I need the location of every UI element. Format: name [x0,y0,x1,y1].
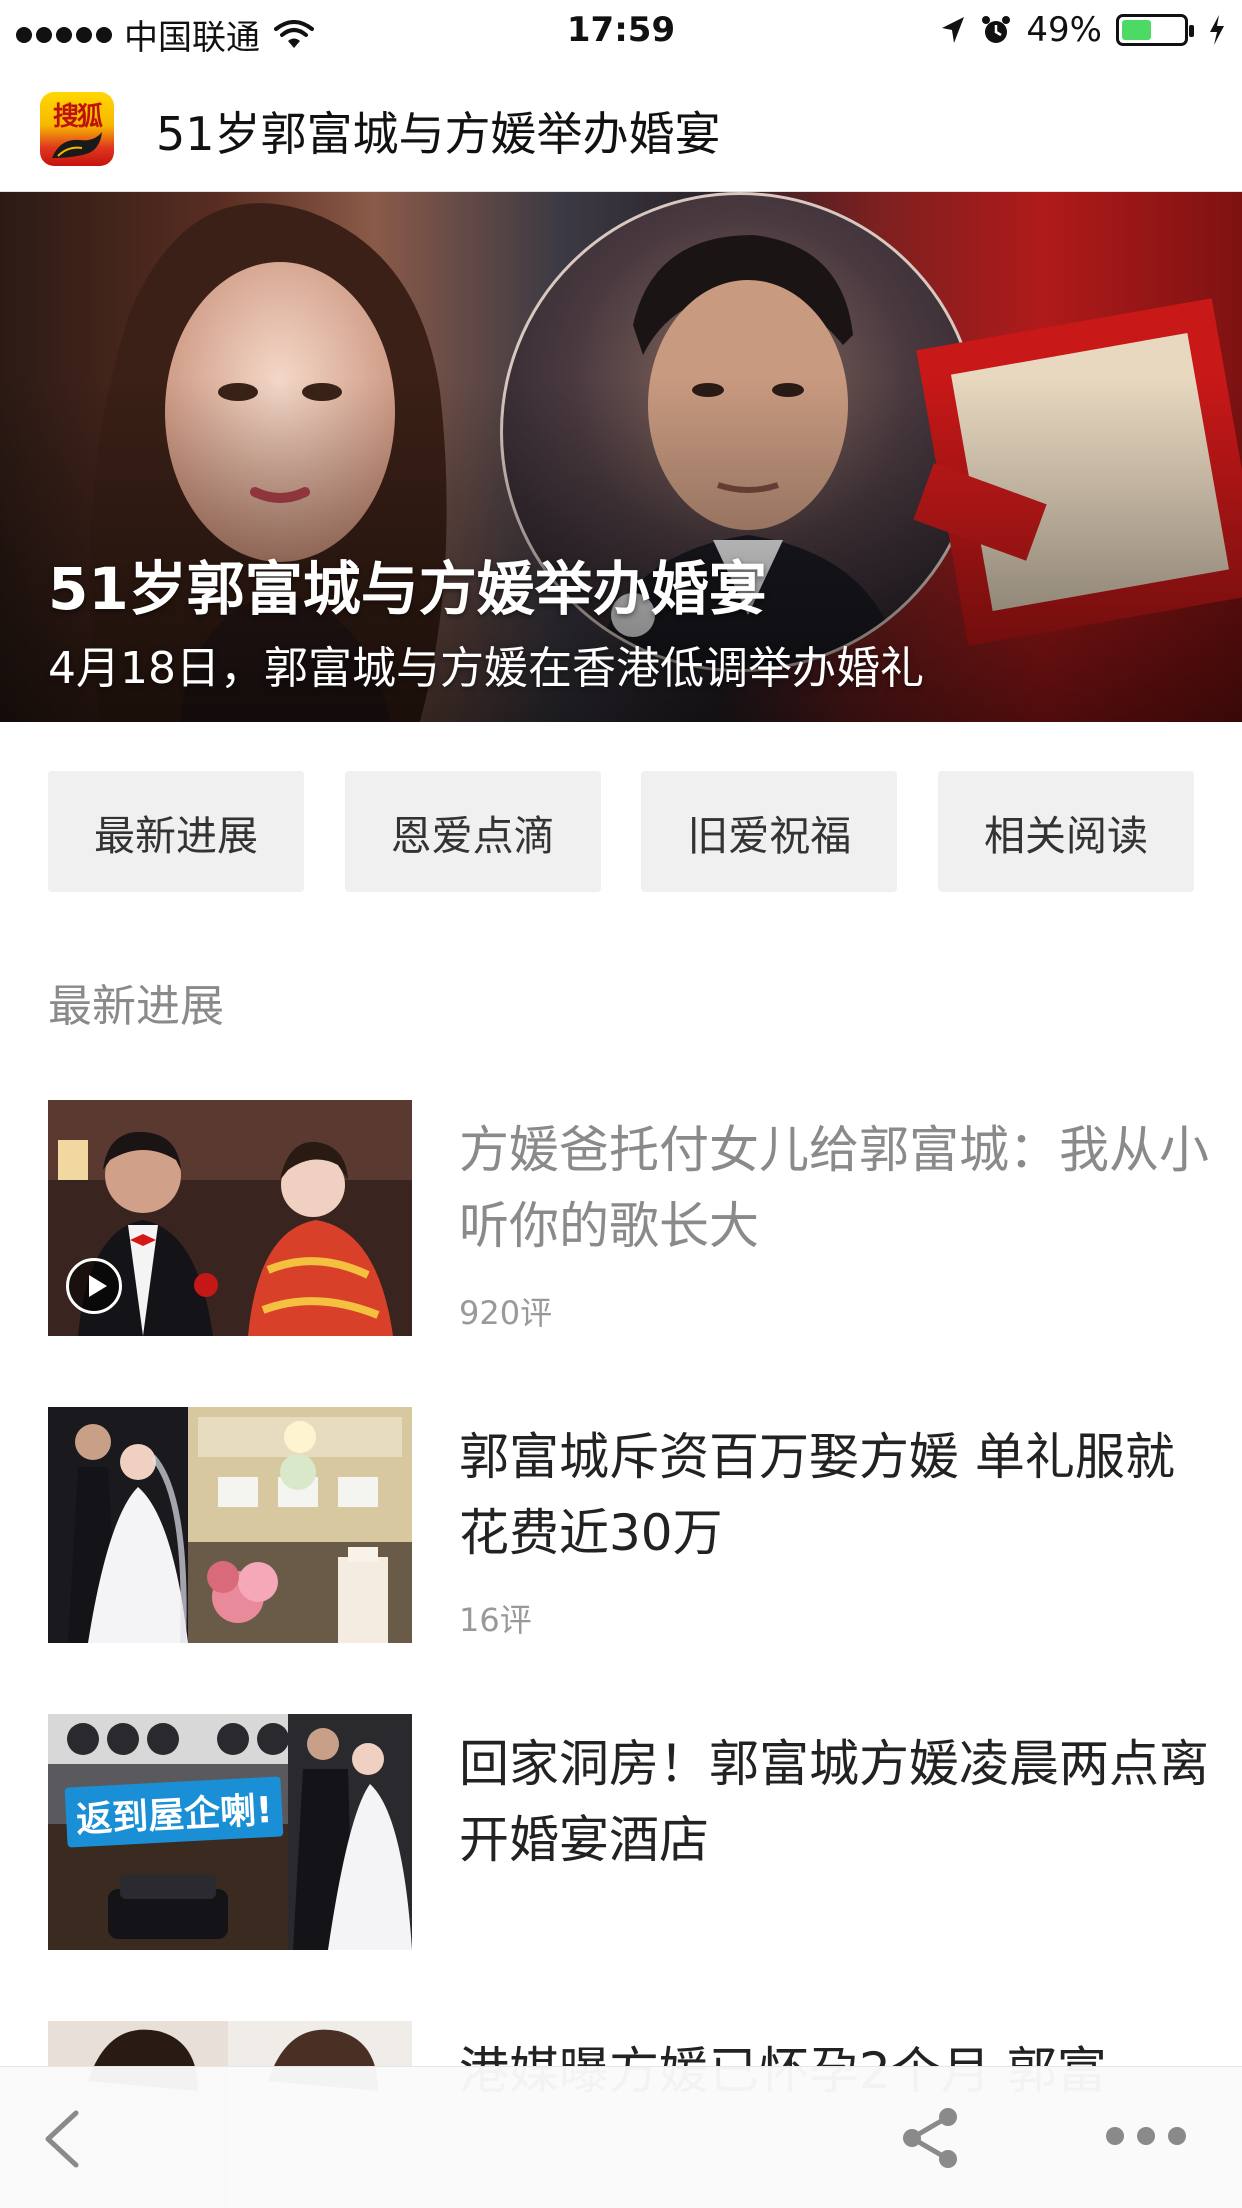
article-item[interactable]: 方媛爸托付女儿给郭富城：我从小听你的歌长大 920评 [48,1100,1209,1336]
article-title: 郭富城斥资百万娶方媛 单礼服就花费近30万 [459,1428,1175,1562]
article-title: 方媛爸托付女儿给郭富城：我从小听你的歌长大 [459,1121,1209,1255]
sohu-logo[interactable]: 搜狐 [40,92,114,166]
article-comment-count: 16评 [459,1601,532,1639]
section-heading: 最新进展 [48,981,224,1032]
article-title: 回家洞房！郭富城方媛凌晨两点离开婚宴酒店 [459,1735,1209,1869]
fox-tail-icon [52,132,102,158]
hero-subtitle: 4月18日，郭富城与方媛在香港低调举办婚礼 [48,643,924,694]
article-item[interactable]: 郭富城斥资百万娶方媛 单礼服就花费近30万 16评 [48,1407,1194,1643]
article-thumbnail: 返到屋企喇! [48,1714,412,1950]
article-item[interactable]: 返到屋企喇! 回家洞房！郭富城方媛凌晨两点离开婚宴酒店 [48,1714,1209,1950]
share-icon[interactable] [896,2105,966,2171]
location-arrow-icon [942,17,965,43]
status-right: 49% [940,10,1226,50]
battery-percent: 49% [1026,10,1102,50]
hero-banner[interactable]: 51岁郭富城与方媛举办婚宴 4月18日，郭富城与方媛在香港低调举办婚礼 [0,192,1242,722]
alarm-icon [982,16,1011,43]
bottom-toolbar [0,2066,1242,2208]
topic-tabs: 最新进展 恩爱点滴 旧爱祝福 相关阅读 [48,771,1194,892]
thumbnail-caption: 返到屋企喇! [64,1776,284,1848]
battery-level-fill [1122,20,1152,40]
article-thumbnail [48,1100,412,1336]
app-header: 搜狐 51岁郭富城与方媛举办婚宴 [0,60,1242,192]
back-icon[interactable] [34,2107,94,2171]
page-title: 51岁郭富城与方媛举办婚宴 [156,107,721,161]
tab-ex-blessings[interactable]: 旧爱祝福 [641,771,898,892]
article-thumbnail [48,1407,412,1643]
battery-icon [1116,14,1194,46]
status-bar: 中国联通 17:59 49% [0,0,1242,60]
charging-bolt-icon [1210,15,1224,45]
more-icon[interactable] [1106,2127,1186,2149]
video-play-icon [66,1258,122,1314]
article-comment-count: 920评 [459,1294,553,1332]
wedding-dress-collage [48,1407,412,1643]
tab-related-reading[interactable]: 相关阅读 [937,771,1194,892]
hero-title: 51岁郭富城与方媛举办婚宴 [48,555,767,623]
tab-latest-progress[interactable]: 最新进展 [48,771,304,892]
tab-love-moments[interactable]: 恩爱点滴 [344,771,601,892]
sohu-logo-text: 搜狐 [52,102,103,132]
